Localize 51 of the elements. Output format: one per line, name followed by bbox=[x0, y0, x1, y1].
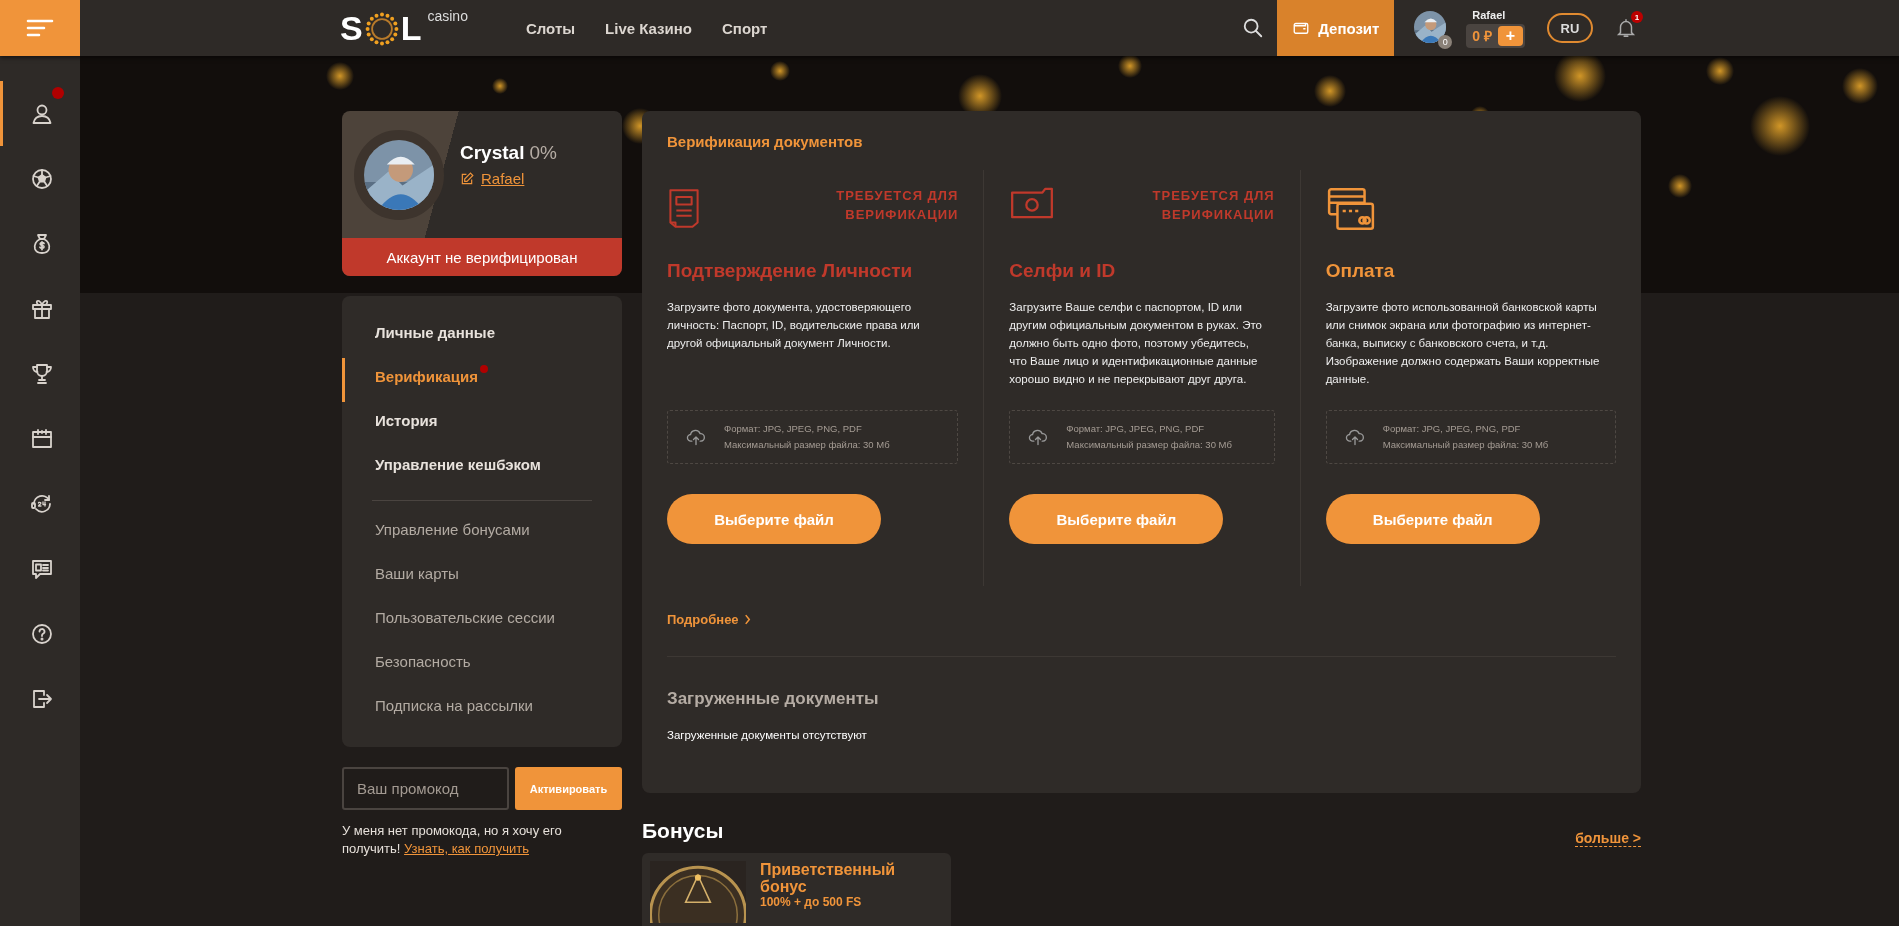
nav-link[interactable]: Слоты bbox=[525, 19, 576, 37]
menu-item[interactable]: Верификация bbox=[342, 358, 622, 402]
file-format: Формат: JPG, JPEG, PNG, PDF bbox=[1382, 422, 1522, 436]
notification-badge: 1 bbox=[1631, 11, 1643, 23]
bonus-offer: 100% + до 500 FS bbox=[760, 895, 863, 909]
bonus-title: Приветственный бонус bbox=[760, 861, 897, 895]
upload-area[interactable]: Формат: JPG, JPEG, PNG, PDF Максимальный размер файла: 30 Мб bbox=[1325, 410, 1616, 464]
level-badge: 0 bbox=[1438, 35, 1453, 49]
bonus-card[interactable]: Приветственный бонус 100% + до 500 FS bbox=[642, 853, 951, 926]
file-size-limit: Максимальный размер файла: 30 Мб bbox=[1066, 438, 1232, 452]
file-format: Формат: JPG, JPEG, PNG, PDF bbox=[724, 422, 863, 436]
username: Rafael bbox=[1472, 8, 1507, 21]
nav-link[interactable]: Спорт bbox=[722, 19, 768, 37]
nav-link[interactable]: Live Казино bbox=[605, 19, 692, 37]
calendar-icon bbox=[29, 426, 54, 451]
cloud-upload-icon bbox=[1344, 427, 1365, 447]
balance: 0 ₽ bbox=[1472, 27, 1492, 45]
empty-message: Загруженные документы отсутствуют bbox=[667, 729, 868, 741]
menu-item[interactable]: Ваши карты bbox=[342, 555, 622, 599]
more-link[interactable]: Подробнее bbox=[667, 612, 751, 627]
menu-item[interactable]: Управление бонусами bbox=[342, 511, 622, 555]
menu-icon bbox=[25, 18, 55, 38]
cloud-upload-icon bbox=[1028, 427, 1049, 447]
trophy-icon bbox=[29, 361, 54, 386]
menu-item[interactable]: Подписка на рассылки bbox=[342, 687, 622, 731]
upload-area[interactable]: Формат: JPG, JPEG, PNG, PDF Максимальный размер файла: 30 Мб bbox=[1009, 410, 1275, 464]
learn-link[interactable]: Узнать, как получить bbox=[404, 841, 529, 856]
menu-item[interactable]: Личные данные bbox=[342, 314, 622, 358]
language-button[interactable]: RU bbox=[1547, 13, 1593, 43]
chevron-icon bbox=[743, 614, 751, 625]
file-format: Формат: JPG, JPEG, PNG, PDF bbox=[1066, 422, 1206, 436]
document-description: Загрузите Ваше селфи с паспортом, ID или другим официальным документом в руках. Это должно быть одно фото, поэтому убедитесь, что Ваше лицо и идентификационные данные хорошо видно и не перекрывают друг друга. bbox=[1009, 300, 1263, 387]
cloud-upload-icon bbox=[686, 427, 706, 447]
file-size-limit: Максимальный размер файла: 30 Мб bbox=[724, 438, 890, 452]
menu-item[interactable]: Пользовательские сессии bbox=[342, 599, 622, 643]
help-icon bbox=[29, 621, 54, 646]
bell-icon[interactable] bbox=[1615, 17, 1637, 39]
section-subtitle: Загруженные документы bbox=[667, 689, 880, 709]
promo-note: У меня нет промокода, но я хочу его получить! Узнать, как получить bbox=[342, 822, 563, 858]
document-description: Загрузите фото использованной банковской карты или снимок экрана или фотографию из интернет-банка, выписку с банковского счета, и т.д. Изображение должно содержать Ваши корректные данные. bbox=[1325, 300, 1601, 387]
file-size-limit: Максимальный размер файла: 30 Мб bbox=[1382, 438, 1549, 452]
menu-item[interactable]: Управление кешбэком bbox=[342, 446, 622, 490]
upload-area[interactable]: Формат: JPG, JPEG, PNG, PDF Максимальный размер файла: 30 Мб bbox=[667, 410, 959, 464]
menu-item[interactable]: История bbox=[342, 402, 622, 446]
section-title: Бонусы bbox=[642, 819, 724, 843]
search-icon[interactable] bbox=[1242, 17, 1265, 39]
more-link[interactable]: больше > bbox=[1575, 830, 1641, 847]
menu-item[interactable]: Безопасность bbox=[342, 643, 622, 687]
soccer-ball-icon bbox=[29, 166, 54, 191]
document-description: Загрузите фото документа, удостоверяющего личность: Паспорт, ID, водительские права или другой официальный документ Личности. bbox=[667, 300, 921, 351]
promo-code-field[interactable]: Ваш промокод bbox=[342, 767, 509, 810]
